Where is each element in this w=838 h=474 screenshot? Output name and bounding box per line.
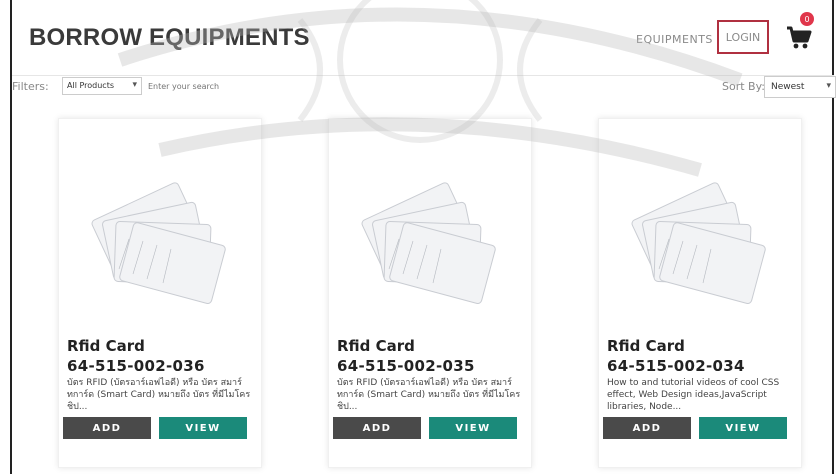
product-description: บัตร RFID (บัตรอาร์เอฟไอดี) หรือ บัตร สม… xyxy=(67,378,251,411)
header: BORROW EQUIPMENTS EQUIPMENTS LOGIN 0 xyxy=(12,0,834,76)
product-title: Rfid Card xyxy=(607,337,685,355)
product-description: บัตร RFID (บัตรอาร์เอฟไอดี) หรือ บัตร สม… xyxy=(337,378,521,411)
brand-title[interactable]: BORROW EQUIPMENTS xyxy=(29,24,310,52)
category-select[interactable]: All Products ▾ xyxy=(62,77,142,95)
filter-bar: Filters: All Products ▾ Sort By: Newest … xyxy=(12,76,836,98)
view-button[interactable]: VIEW xyxy=(159,417,247,439)
search-input[interactable] xyxy=(144,77,344,95)
product-card[interactable]: Rfid Card 64-515-002-036 บัตร RFID (บัตร… xyxy=(58,118,262,468)
sort-by-label: Sort By: xyxy=(722,80,766,93)
cart-count-badge: 0 xyxy=(800,12,814,26)
product-title: Rfid Card xyxy=(337,337,415,355)
nav-equipments-link[interactable]: EQUIPMENTS xyxy=(636,33,713,46)
product-code: 64-515-002-035 xyxy=(337,357,475,375)
category-selected-value: All Products xyxy=(67,81,115,90)
product-title: Rfid Card xyxy=(67,337,145,355)
product-code: 64-515-002-034 xyxy=(607,357,745,375)
rfid-card-image xyxy=(361,182,496,305)
login-label: LOGIN xyxy=(725,30,761,44)
product-card[interactable]: Rfid Card 64-515-002-034 How to and tuto… xyxy=(598,118,802,468)
product-code: 64-515-002-036 xyxy=(67,357,205,375)
add-button[interactable]: ADD xyxy=(63,417,151,439)
sort-select[interactable]: Newest ▾ xyxy=(764,76,836,98)
product-description: How to and tutorial videos of cool CSS e… xyxy=(607,378,780,411)
add-button[interactable]: ADD xyxy=(333,417,421,439)
view-button[interactable]: VIEW xyxy=(699,417,787,439)
sort-selected-value: Newest xyxy=(771,82,805,92)
login-button[interactable]: LOGIN xyxy=(717,20,769,54)
chevron-down-icon: ▾ xyxy=(132,80,137,90)
filters-label: Filters: xyxy=(12,80,49,93)
rfid-card-image xyxy=(91,182,226,305)
shopping-cart-icon[interactable] xyxy=(786,26,812,50)
view-button[interactable]: VIEW xyxy=(429,417,517,439)
add-button[interactable]: ADD xyxy=(603,417,691,439)
chevron-down-icon: ▾ xyxy=(826,81,831,91)
product-card[interactable]: Rfid Card 64-515-002-035 บัตร RFID (บัตร… xyxy=(328,118,532,468)
rfid-card-image xyxy=(631,182,766,305)
